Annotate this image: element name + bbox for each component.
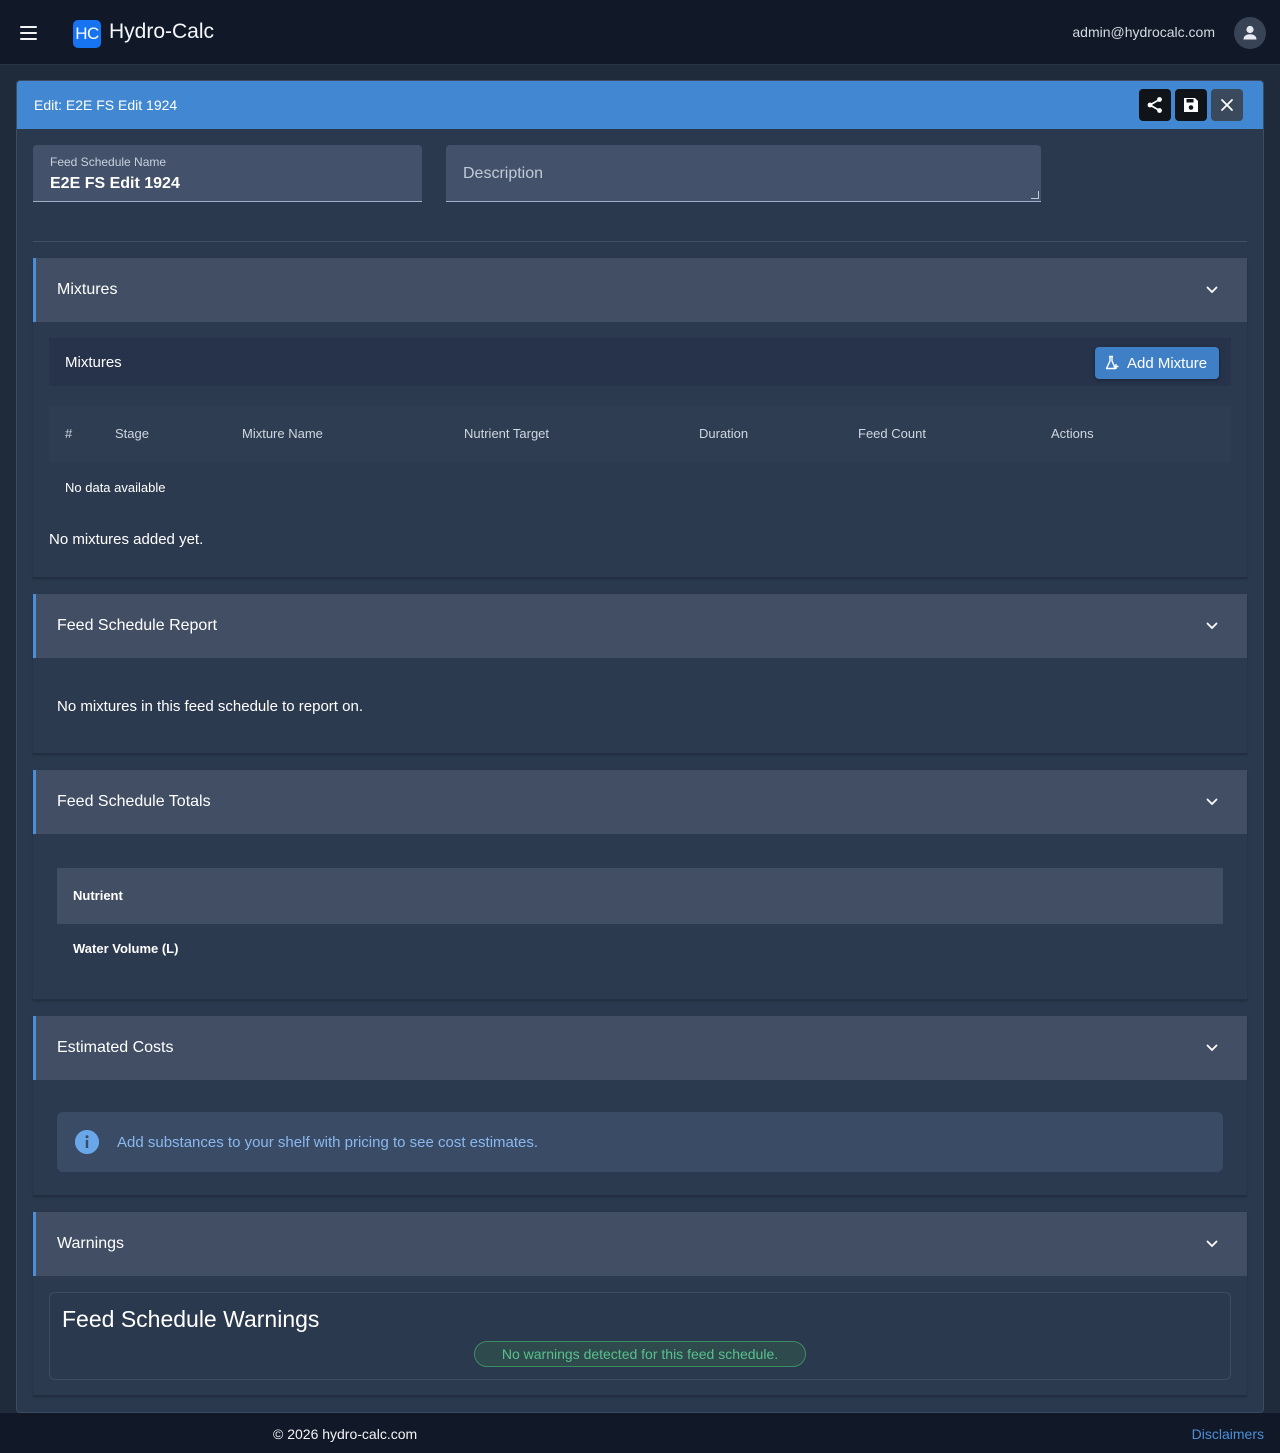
add-mixture-button[interactable]: Add Mixture xyxy=(1095,347,1219,379)
costs-panel-title: Estimated Costs xyxy=(57,1039,174,1056)
cost-info-alert: Add substances to your shelf with pricin… xyxy=(57,1112,1223,1172)
column-header[interactable]: Actions xyxy=(1051,426,1094,441)
cost-info-text: Add substances to your shelf with pricin… xyxy=(117,1134,539,1151)
mixtures-table-header: # Stage Mixture Name Nutrient Target Dur… xyxy=(49,406,1231,462)
costs-panel-header[interactable]: Estimated Costs xyxy=(33,1016,1247,1080)
report-empty-text: No mixtures in this feed schedule to rep… xyxy=(57,698,363,715)
mixtures-panel-header[interactable]: Mixtures xyxy=(33,258,1247,322)
app-title[interactable]: Hydro-Calc xyxy=(109,20,214,44)
chevron-down-icon xyxy=(1206,622,1218,630)
name-field-value[interactable]: E2E FS Edit 1924 xyxy=(50,175,180,193)
report-panel-header[interactable]: Feed Schedule Report xyxy=(33,594,1247,658)
chevron-down-icon xyxy=(1206,1044,1218,1052)
divider xyxy=(33,241,1247,242)
totals-panel: Feed Schedule Totals Nutrient Water Volu… xyxy=(33,770,1247,1000)
menu-icon[interactable] xyxy=(18,24,40,42)
mixtures-panel: Mixtures Mixtures Add Mixture # Stage Mi… xyxy=(33,258,1247,578)
column-header[interactable]: Nutrient xyxy=(73,888,123,903)
name-field-label: Feed Schedule Name xyxy=(50,155,167,169)
name-field[interactable]: Feed Schedule Name E2E FS Edit 1924 xyxy=(33,145,422,202)
description-placeholder: Description xyxy=(463,165,544,182)
status-badge: No warnings detected for this feed sched… xyxy=(474,1341,806,1367)
chevron-down-icon xyxy=(1206,286,1218,294)
share-icon xyxy=(1147,97,1162,113)
mixtures-toolbar: Mixtures Add Mixture xyxy=(49,338,1231,386)
close-icon xyxy=(1221,99,1233,111)
report-panel: Feed Schedule Report No mixtures in this… xyxy=(33,594,1247,754)
warnings-panel-header[interactable]: Warnings xyxy=(33,1212,1247,1276)
close-button[interactable] xyxy=(1211,89,1243,121)
editor-header: Edit: E2E FS Edit 1924 xyxy=(17,81,1263,129)
app-logo: HC xyxy=(73,20,101,48)
warnings-card-title: Feed Schedule Warnings xyxy=(62,1306,320,1332)
column-header[interactable]: Mixture Name xyxy=(242,426,323,441)
column-header[interactable]: Feed Count xyxy=(858,426,926,441)
info-icon xyxy=(75,1130,99,1154)
totals-panel-title: Feed Schedule Totals xyxy=(57,793,211,810)
report-panel-title: Feed Schedule Report xyxy=(57,617,218,634)
costs-panel: Estimated Costs Add substances to your s… xyxy=(33,1016,1247,1196)
footer: © 2026 hydro-calc.com Disclaimers xyxy=(0,1413,1280,1453)
warnings-panel-title: Warnings xyxy=(57,1235,124,1252)
column-header[interactable]: Stage xyxy=(115,426,149,441)
editor-title: Edit: E2E FS Edit 1924 xyxy=(34,97,178,113)
chevron-down-icon xyxy=(1206,1240,1218,1248)
save-button[interactable] xyxy=(1175,89,1207,121)
save-icon xyxy=(1184,98,1198,112)
resize-handle[interactable] xyxy=(1031,191,1039,199)
totals-panel-header[interactable]: Feed Schedule Totals xyxy=(33,770,1247,834)
column-header[interactable]: Nutrient Target xyxy=(464,426,549,441)
no-data-text: No data available xyxy=(65,480,166,495)
mixtures-toolbar-title: Mixtures xyxy=(65,354,122,371)
warnings-card: Feed Schedule Warnings No warnings detec… xyxy=(49,1292,1231,1380)
share-button[interactable] xyxy=(1139,89,1171,121)
description-field[interactable]: Description xyxy=(446,145,1041,202)
warnings-panel: Warnings Feed Schedule Warnings No warni… xyxy=(33,1212,1247,1396)
app-bar: HC Hydro-Calc admin@hydrocalc.com xyxy=(0,0,1280,65)
mixtures-panel-title: Mixtures xyxy=(57,281,118,298)
chevron-down-icon xyxy=(1206,798,1218,806)
avatar[interactable] xyxy=(1234,17,1266,49)
empty-mixtures-text: No mixtures added yet. xyxy=(49,531,204,548)
feed-schedule-editor: Edit: E2E FS Edit 1924 Feed Schedule Nam… xyxy=(16,80,1264,1413)
flask-plus-icon xyxy=(1105,355,1119,370)
column-header[interactable]: Duration xyxy=(699,426,748,441)
copyright-text: © 2026 hydro-calc.com xyxy=(273,1426,418,1442)
user-email: admin@hydrocalc.com xyxy=(1072,24,1215,40)
table-row: Water Volume (L) xyxy=(73,941,179,956)
add-mixture-label: Add Mixture xyxy=(1127,354,1208,372)
disclaimers-link[interactable]: Disclaimers xyxy=(1192,1426,1264,1442)
column-header[interactable]: # xyxy=(65,426,72,441)
user-icon xyxy=(1243,25,1257,40)
totals-table-header: Nutrient xyxy=(57,868,1223,924)
